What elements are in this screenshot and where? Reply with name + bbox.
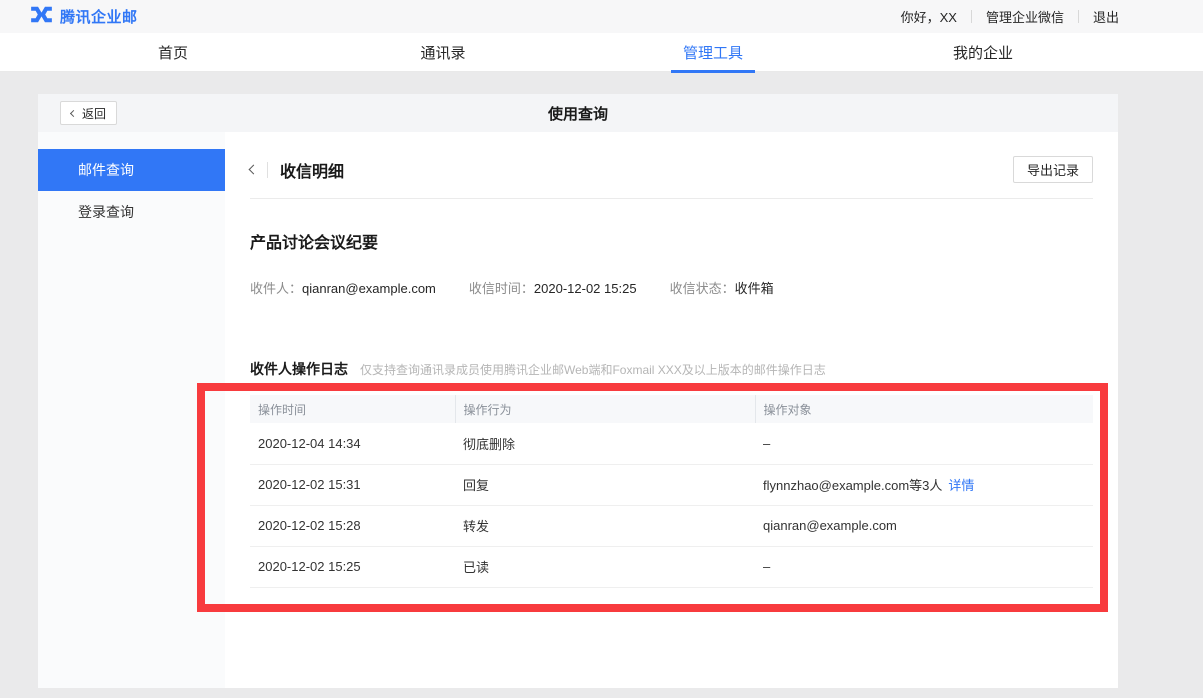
mail-meta: 收件人：qianran@example.com 收信时间：2020-12-02 … [250,278,1093,297]
operation-log-title: 收件人操作日志 [250,359,348,379]
export-records-button[interactable]: 导出记录 [1013,156,1093,183]
cell-operation-time: 2020-12-04 14:34 [250,423,455,464]
meta-value: qianran@example.com [302,281,436,296]
detail-link[interactable]: 详情 [948,478,974,493]
meta-receive-time: 收信时间：2020-12-02 15:25 [469,278,637,297]
operation-log-table: 操作时间 操作行为 操作对象 2020-12-04 14:34彻底删除–2020… [250,395,1093,588]
cell-operation-target: – [755,546,1093,587]
chevron-left-icon [70,109,77,116]
column-header-target: 操作对象 [755,395,1093,423]
tab-home[interactable]: 首页 [38,33,308,71]
operation-log-note: 仅支持查询通讯录成员使用腾讯企业邮Web端和Foxmail XXX及以上版本的邮… [360,361,826,378]
mail-subject: 产品讨论会议纪要 [250,229,1093,253]
sidebar-item-label: 登录查询 [78,204,134,220]
detail-header: 收信明细 导出记录 [250,132,1093,199]
cell-operation-target: flynnzhao@example.com等3人详情 [755,464,1093,505]
tab-my-company[interactable]: 我的企业 [848,33,1118,71]
app-title: 腾讯企业邮 [60,6,138,27]
cell-operation-action: 回复 [455,464,755,505]
topbar: 腾讯企业邮 你好，XX 管理企业微信 退出 [0,0,1203,33]
sidebar-item-login-query[interactable]: 登录查询 [38,191,225,233]
tab-admin-tools[interactable]: 管理工具 [578,33,848,71]
log-table-body: 2020-12-04 14:34彻底删除–2020-12-02 15:31回复f… [250,423,1093,587]
sidebar-item-mail-query[interactable]: 邮件查询 [38,149,225,191]
meta-value: 收件箱 [735,281,774,296]
meta-label: 收件人： [250,281,302,296]
column-header-time: 操作时间 [250,395,455,423]
cell-operation-target: qianran@example.com [755,505,1093,546]
page-subheader: 返回 使用查询 [38,94,1118,132]
app-logo[interactable]: 腾讯企业邮 [30,5,138,29]
sidebar: 邮件查询 登录查询 [38,132,225,688]
usage-query-panel: 返回 使用查询 邮件查询 登录查询 收信明细 导出记录 产品讨论会议纪要 [38,94,1118,688]
cell-operation-action: 已读 [455,546,755,587]
logout-link[interactable]: 退出 [1093,7,1119,26]
meta-recipient: 收件人：qianran@example.com [250,278,436,297]
cell-operation-action: 转发 [455,505,755,546]
main-nav: 首页 通讯录 管理工具 我的企业 [0,33,1203,72]
divider [971,10,972,23]
manage-wecom-link[interactable]: 管理企业微信 [986,7,1064,26]
meta-label: 收信时间： [469,281,534,296]
column-header-action: 操作行为 [455,395,755,423]
table-header-row: 操作时间 操作行为 操作对象 [250,395,1093,423]
cell-operation-time: 2020-12-02 15:25 [250,546,455,587]
back-button-label: 返回 [82,105,106,122]
cell-operation-time: 2020-12-02 15:28 [250,505,455,546]
meta-receive-status: 收信状态：收件箱 [670,278,774,297]
meta-label: 收信状态： [670,281,735,296]
mail-detail-content: 收信明细 导出记录 产品讨论会议纪要 收件人：qianran@example.c… [225,132,1118,688]
cell-operation-action: 彻底删除 [455,423,755,464]
back-chevron-icon[interactable] [249,165,259,175]
meta-value: 2020-12-02 15:25 [534,281,637,296]
topbar-actions: 你好，XX 管理企业微信 退出 [901,7,1119,26]
detail-title: 收信明细 [280,158,344,182]
user-greeting: 你好，XX [901,7,957,26]
table-row: 2020-12-02 15:25已读– [250,546,1093,587]
divider [267,162,268,178]
operation-log-table-wrap: 操作时间 操作行为 操作对象 2020-12-04 14:34彻底删除–2020… [250,395,1093,588]
operation-log-header: 收件人操作日志 仅支持查询通讯录成员使用腾讯企业邮Web端和Foxmail XX… [250,359,1093,379]
page-title: 使用查询 [548,103,608,124]
exmail-logo-icon [30,5,53,29]
back-button[interactable]: 返回 [60,101,117,125]
cell-operation-time: 2020-12-02 15:31 [250,464,455,505]
tab-contacts[interactable]: 通讯录 [308,33,578,71]
cell-operation-target: – [755,423,1093,464]
table-row: 2020-12-02 15:28转发qianran@example.com [250,505,1093,546]
table-row: 2020-12-04 14:34彻底删除– [250,423,1093,464]
divider [1078,10,1079,23]
sidebar-item-label: 邮件查询 [78,162,134,178]
table-row: 2020-12-02 15:31回复flynnzhao@example.com等… [250,464,1093,505]
